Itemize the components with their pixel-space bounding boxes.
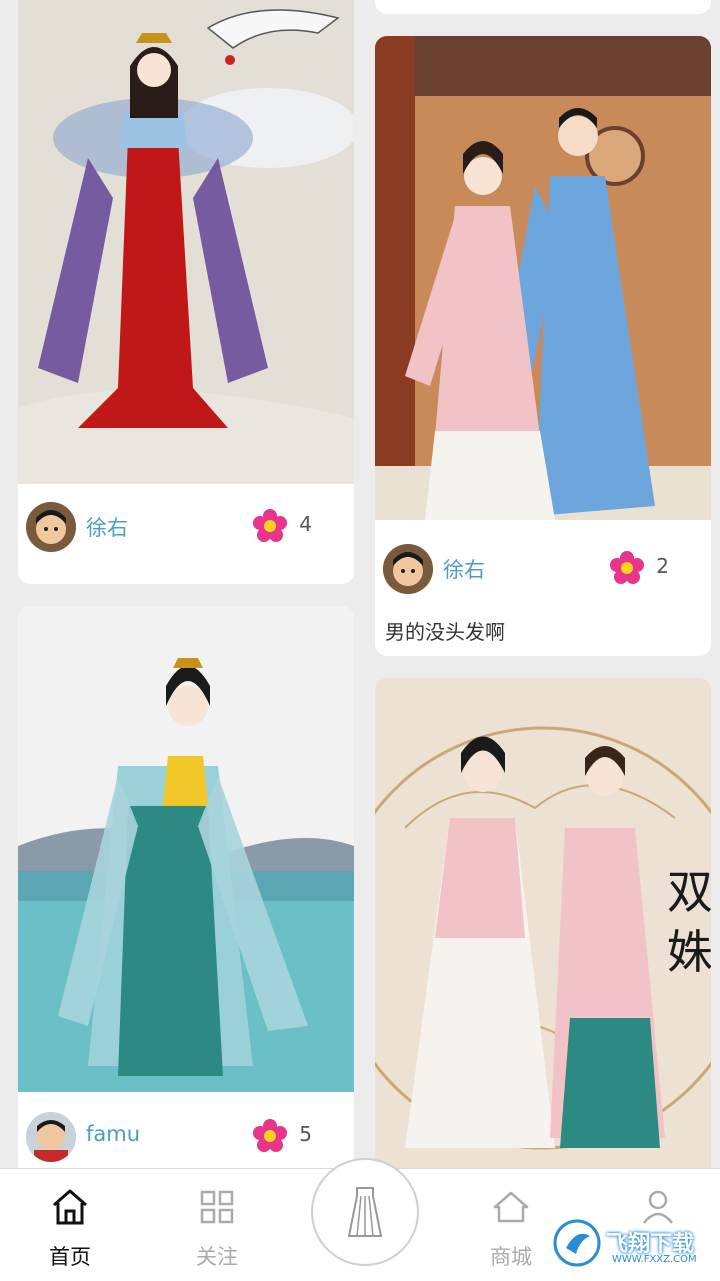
skirt-icon: [347, 1187, 383, 1237]
feed-card[interactable]: famu 5: [18, 606, 354, 1196]
like-count: 4: [299, 512, 312, 536]
feed-card[interactable]: 徐右 4: [18, 0, 354, 584]
author-row[interactable]: 徐右 2: [375, 538, 711, 598]
tab-mall[interactable]: 商城: [461, 1169, 561, 1281]
watermark-icon: [553, 1219, 601, 1267]
artwork-image[interactable]: 双 姝: [375, 678, 711, 1168]
tab-home[interactable]: 首页: [20, 1169, 120, 1281]
store-icon: [493, 1191, 529, 1223]
author-avatar[interactable]: [26, 1112, 76, 1162]
tab-home-label: 首页: [49, 1245, 91, 1269]
tab-mall-label: 商城: [490, 1245, 532, 1269]
author-avatar[interactable]: [383, 544, 433, 594]
flower-like-icon[interactable]: [252, 1118, 288, 1154]
artwork-image[interactable]: [18, 0, 354, 484]
tab-follow[interactable]: 关注: [167, 1169, 267, 1281]
grid-icon: [200, 1190, 234, 1224]
artwork-image[interactable]: [18, 606, 354, 1092]
like-count: 2: [656, 554, 669, 578]
artwork-image[interactable]: [375, 36, 711, 520]
author-name[interactable]: 徐右: [86, 512, 128, 542]
calligraphy-text: 双: [667, 865, 711, 919]
author-avatar[interactable]: [26, 502, 76, 552]
post-caption: 男的没头发啊: [385, 620, 505, 644]
feed-card[interactable]: 双 姝: [375, 678, 711, 1198]
flower-like-icon[interactable]: [252, 508, 288, 544]
author-row[interactable]: famu 5: [18, 1106, 354, 1166]
tab-follow-label: 关注: [196, 1245, 238, 1269]
watermark-logo: 飞翔下载 WWW.FXXZ.COM: [552, 1218, 712, 1274]
author-name[interactable]: famu: [86, 1122, 140, 1146]
feed-card-partial[interactable]: [375, 0, 711, 14]
like-count: 5: [299, 1122, 312, 1146]
watermark-url: WWW.FXXZ.COM: [612, 1254, 697, 1265]
create-outfit-button[interactable]: [311, 1158, 419, 1266]
flower-like-icon[interactable]: [609, 550, 645, 586]
svg-text:姝: 姝: [667, 925, 711, 979]
author-row[interactable]: 徐右 4: [18, 496, 354, 556]
feed-card[interactable]: 徐右 2 男的没头发啊: [375, 36, 711, 656]
home-icon: [53, 1189, 87, 1225]
author-name[interactable]: 徐右: [443, 554, 485, 584]
